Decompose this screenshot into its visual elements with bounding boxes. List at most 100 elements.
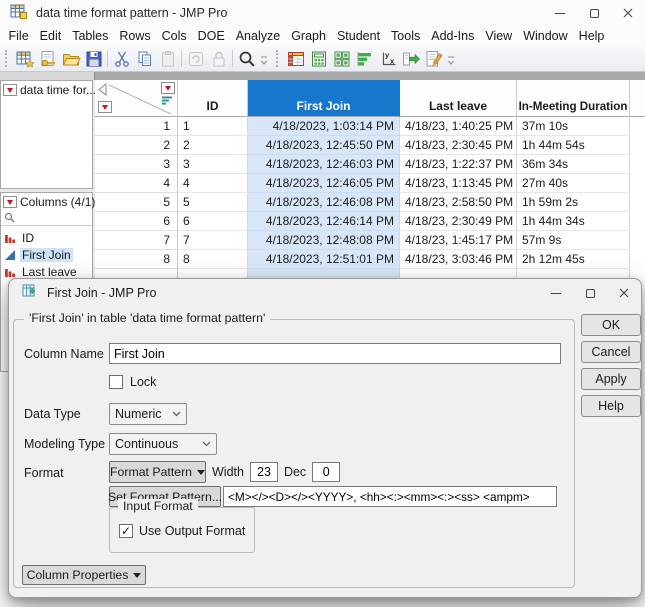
cell-id[interactable]: 6 bbox=[178, 212, 248, 231]
row-number[interactable]: 4 bbox=[95, 174, 178, 193]
column-header-first-join[interactable]: First Join bbox=[248, 80, 400, 117]
cell-id[interactable]: 1 bbox=[178, 117, 248, 136]
menu-item-graph[interactable]: Graph bbox=[286, 26, 332, 46]
cut-button[interactable] bbox=[110, 48, 133, 70]
copy-button[interactable] bbox=[133, 48, 156, 70]
menu-item-file[interactable]: File bbox=[3, 26, 34, 46]
menu-item-tools[interactable]: Tools bbox=[386, 26, 426, 46]
paste-button[interactable] bbox=[156, 48, 179, 70]
columns-search-input[interactable] bbox=[18, 212, 88, 224]
rows-red-triangle-button[interactable] bbox=[98, 101, 112, 113]
menu-item-help[interactable]: Help bbox=[573, 26, 610, 46]
open-database-button[interactable] bbox=[36, 48, 59, 70]
dialog-minimize-button[interactable] bbox=[539, 279, 573, 307]
menu-item-cols[interactable]: Cols bbox=[156, 26, 192, 46]
cancel-button[interactable]: Cancel bbox=[581, 341, 641, 363]
cell-duration[interactable]: 57m 9s bbox=[517, 231, 630, 250]
cell-duration[interactable]: 1h 44m 54s bbox=[517, 136, 630, 155]
journal-button[interactable] bbox=[184, 48, 207, 70]
cell-first-join[interactable]: 4/18/2023, 12:51:01 PM bbox=[248, 250, 400, 269]
cell-last-leave[interactable]: 4/18/23, 2:30:49 PM bbox=[400, 212, 517, 231]
modeling-type-dropdown[interactable]: Continuous bbox=[109, 433, 217, 455]
cell-first-join[interactable]: 4/18/2023, 12:46:14 PM bbox=[248, 212, 400, 231]
use-output-format-checkbox[interactable]: ✓ bbox=[119, 524, 133, 538]
cell-duration[interactable]: 2h 12m 45s bbox=[517, 250, 630, 269]
cell-last-leave[interactable]: 4/18/23, 1:13:45 PM bbox=[400, 174, 517, 193]
table-nav-arrow-icon[interactable] bbox=[98, 83, 107, 96]
minimize-button[interactable] bbox=[543, 0, 577, 26]
column-header-id[interactable]: ID bbox=[178, 80, 248, 117]
menu-item-rows[interactable]: Rows bbox=[114, 26, 156, 46]
columns-menu-red-triangle-button[interactable] bbox=[3, 196, 17, 208]
cell-last-leave[interactable]: 4/18/23, 2:58:50 PM bbox=[400, 193, 517, 212]
bar-chart-button[interactable] bbox=[353, 48, 376, 70]
new-data-table-button[interactable] bbox=[13, 48, 36, 70]
filter-rows-icon[interactable] bbox=[161, 96, 173, 106]
cell-id[interactable]: 7 bbox=[178, 231, 248, 250]
cell-duration[interactable]: 1h 59m 2s bbox=[517, 193, 630, 212]
width-input[interactable] bbox=[250, 462, 278, 482]
menu-item-window[interactable]: Window bbox=[518, 26, 573, 46]
row-number[interactable]: 1 bbox=[95, 117, 178, 136]
cell-id[interactable]: 3 bbox=[178, 155, 248, 174]
menu-item-doe[interactable]: DOE bbox=[192, 26, 230, 46]
table-menu-red-triangle-button[interactable] bbox=[3, 84, 17, 96]
axes-plot-button[interactable]: yx bbox=[376, 48, 399, 70]
column-name-input[interactable] bbox=[109, 343, 561, 364]
format-selector-button[interactable]: Format Pattern bbox=[109, 461, 206, 483]
cell-last-leave[interactable]: 4/18/23, 1:45:17 PM bbox=[400, 231, 517, 250]
calculator-button[interactable] bbox=[307, 48, 330, 70]
menu-item-edit[interactable]: Edit bbox=[34, 26, 67, 46]
cell-first-join[interactable]: 4/18/2023, 12:46:08 PM bbox=[248, 193, 400, 212]
row-number[interactable]: 3 bbox=[95, 155, 178, 174]
lock-checkbox[interactable] bbox=[109, 375, 123, 389]
close-button[interactable] bbox=[611, 0, 645, 26]
data-type-dropdown[interactable]: Numeric bbox=[109, 403, 187, 425]
menu-item-analyze[interactable]: Analyze bbox=[230, 26, 285, 46]
save-button[interactable] bbox=[82, 48, 105, 70]
column-header-last-leave[interactable]: Last leave bbox=[400, 80, 517, 117]
toolbar-grip[interactable] bbox=[5, 50, 9, 67]
menu-item-tables[interactable]: Tables bbox=[67, 26, 114, 46]
lock-button[interactable] bbox=[207, 48, 230, 70]
menu-item-student[interactable]: Student bbox=[331, 26, 385, 46]
cell-id[interactable]: 2 bbox=[178, 136, 248, 155]
cell-last-leave[interactable]: 4/18/23, 2:30:45 PM bbox=[400, 136, 517, 155]
help-button[interactable]: Help bbox=[581, 395, 641, 417]
cell-id[interactable]: 5 bbox=[178, 193, 248, 212]
menu-item-addins[interactable]: Add-Ins bbox=[426, 26, 480, 46]
row-number[interactable]: 6 bbox=[95, 212, 178, 231]
cell-first-join[interactable]: 4/18/2023, 12:46:05 PM bbox=[248, 174, 400, 193]
toolbar-overflow-chevron[interactable] bbox=[447, 55, 456, 68]
cell-last-leave[interactable]: 4/18/23, 3:03:46 PM bbox=[400, 250, 517, 269]
toolbar-overflow-chevron[interactable] bbox=[260, 55, 269, 68]
apply-button[interactable]: Apply bbox=[581, 368, 641, 390]
row-number[interactable]: 5 bbox=[95, 193, 178, 212]
format-pattern-input[interactable] bbox=[223, 486, 557, 507]
dialog-maximize-button[interactable] bbox=[573, 279, 607, 307]
open-folder-button[interactable] bbox=[59, 48, 82, 70]
dec-input[interactable] bbox=[312, 462, 340, 482]
column-properties-button[interactable]: Column Properties bbox=[22, 565, 146, 585]
column-list-item-first-join[interactable]: First Join bbox=[1, 246, 92, 263]
cell-duration[interactable]: 36m 34s bbox=[517, 155, 630, 174]
cell-duration[interactable]: 37m 10s bbox=[517, 117, 630, 136]
dialog-close-button[interactable] bbox=[607, 279, 641, 307]
maximize-button[interactable] bbox=[577, 0, 611, 26]
cell-last-leave[interactable]: 4/18/23, 1:22:37 PM bbox=[400, 155, 517, 174]
cell-duration[interactable]: 1h 44m 34s bbox=[517, 212, 630, 231]
search-button[interactable] bbox=[235, 48, 258, 70]
edit-script-button[interactable] bbox=[422, 48, 445, 70]
cell-last-leave[interactable]: 4/18/23, 1:40:25 PM bbox=[400, 117, 517, 136]
toolbar-grip[interactable] bbox=[276, 50, 280, 67]
data-table-button[interactable] bbox=[284, 48, 307, 70]
row-number[interactable]: 7 bbox=[95, 231, 178, 250]
column-header-duration[interactable]: In-Meeting Duration bbox=[517, 80, 630, 117]
ok-button[interactable]: OK bbox=[581, 314, 641, 336]
cell-first-join[interactable]: 4/18/2023, 1:03:14 PM bbox=[248, 117, 400, 136]
columns-red-triangle-button[interactable] bbox=[161, 82, 175, 94]
row-number[interactable]: 8 bbox=[95, 250, 178, 269]
run-script-button[interactable] bbox=[399, 48, 422, 70]
window-tiles-button[interactable] bbox=[330, 48, 353, 70]
cell-id[interactable]: 8 bbox=[178, 250, 248, 269]
